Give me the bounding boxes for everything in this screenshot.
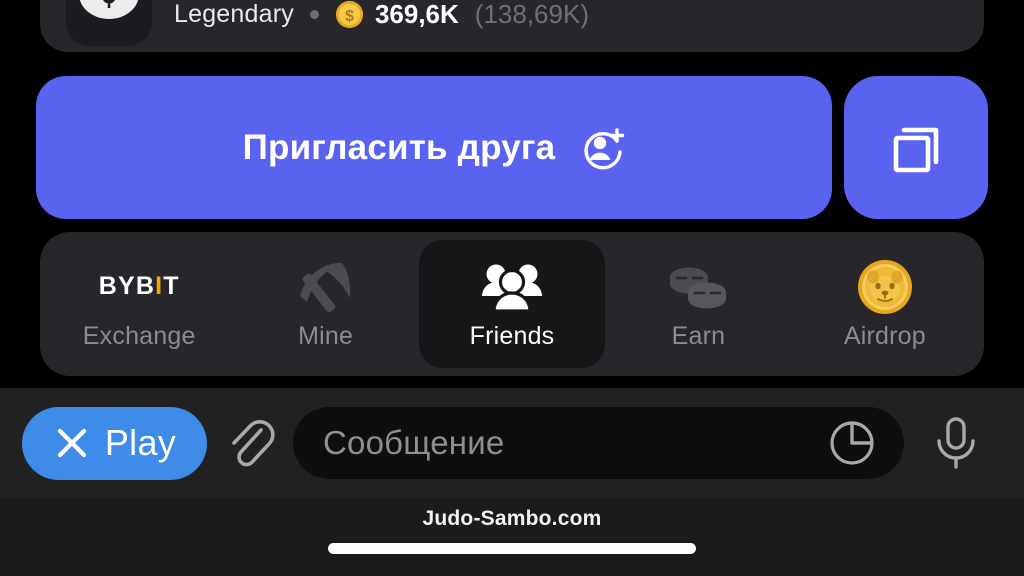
invite-row: Пригласить друга xyxy=(36,76,988,219)
hamster-avatar-icon xyxy=(79,0,139,19)
nav-label-airdrop: Airdrop xyxy=(843,321,926,350)
message-input-placeholder: Сообщение xyxy=(323,424,505,461)
bybit-brand-part1: BYB xyxy=(98,272,156,300)
voice-record-button[interactable] xyxy=(910,414,1002,472)
home-indicator xyxy=(328,543,696,554)
player-stats-card: Legendary $ 369,6K (138,69K) xyxy=(40,0,984,52)
nav-label-mine: Mine xyxy=(298,321,354,350)
pickaxe-icon xyxy=(299,262,350,312)
player-avatar[interactable] xyxy=(66,0,152,46)
bybit-brand-accent: I xyxy=(155,272,164,300)
stats-separator-dot xyxy=(309,9,319,19)
sticker-icon xyxy=(830,421,874,465)
svg-text:$: $ xyxy=(345,7,354,24)
friends-group-icon xyxy=(482,264,543,313)
close-x-icon xyxy=(57,428,86,458)
close-play-button[interactable]: Play xyxy=(22,406,207,480)
message-input-field[interactable]: Сообщение xyxy=(293,407,904,479)
nav-item-friends[interactable]: Friends xyxy=(418,240,606,368)
game-webapp-area: Legendary $ 369,6K (138,69K) Пригласить … xyxy=(0,0,1024,388)
player-balance: 369,6K xyxy=(374,0,459,29)
nav-item-mine[interactable]: Mine xyxy=(232,240,418,368)
footer-area: Judo-Sambo.com xyxy=(0,498,1024,576)
nav-label-friends: Friends xyxy=(469,321,555,350)
bybit-brand-part2: T xyxy=(163,272,180,300)
add-person-icon xyxy=(584,127,625,169)
phone-screen: Legendary $ 369,6K (138,69K) Пригласить … xyxy=(0,0,1024,576)
paperclip-icon xyxy=(232,420,275,467)
invite-friend-label: Пригласить друга xyxy=(242,127,556,167)
hamster-coin-icon xyxy=(857,259,912,314)
sticker-button[interactable] xyxy=(826,417,878,469)
microphone-icon xyxy=(937,417,975,469)
player-balance-secondary: (138,69K) xyxy=(474,0,589,29)
nav-item-earn[interactable]: Earn xyxy=(605,240,791,368)
coins-stack-icon xyxy=(670,267,727,308)
player-rank-label: Legendary xyxy=(174,0,294,28)
nav-label-exchange: Exchange xyxy=(82,321,196,350)
telegram-input-bar: Play Сообщение xyxy=(0,388,1024,498)
player-stats-row: Legendary $ 369,6K (138,69K) xyxy=(66,0,958,46)
nav-item-exchange[interactable]: BYB I T Exchange xyxy=(46,240,232,368)
bottom-navigation: BYB I T Exchange Mine Friends Earn Airdr… xyxy=(40,232,984,376)
play-button-label: Play xyxy=(104,422,177,463)
bybit-logo-icon: BYB I T xyxy=(99,258,180,316)
copy-invite-link-button[interactable] xyxy=(844,76,988,219)
copy-icon xyxy=(893,127,939,172)
dollar-coin-icon: $ xyxy=(335,0,364,28)
attach-button[interactable] xyxy=(207,415,293,471)
nav-label-earn: Earn xyxy=(671,321,726,350)
nav-item-airdrop[interactable]: Airdrop xyxy=(792,240,978,368)
watermark-text: Judo-Sambo.com xyxy=(422,507,602,530)
invite-friend-button[interactable]: Пригласить друга xyxy=(36,76,832,219)
